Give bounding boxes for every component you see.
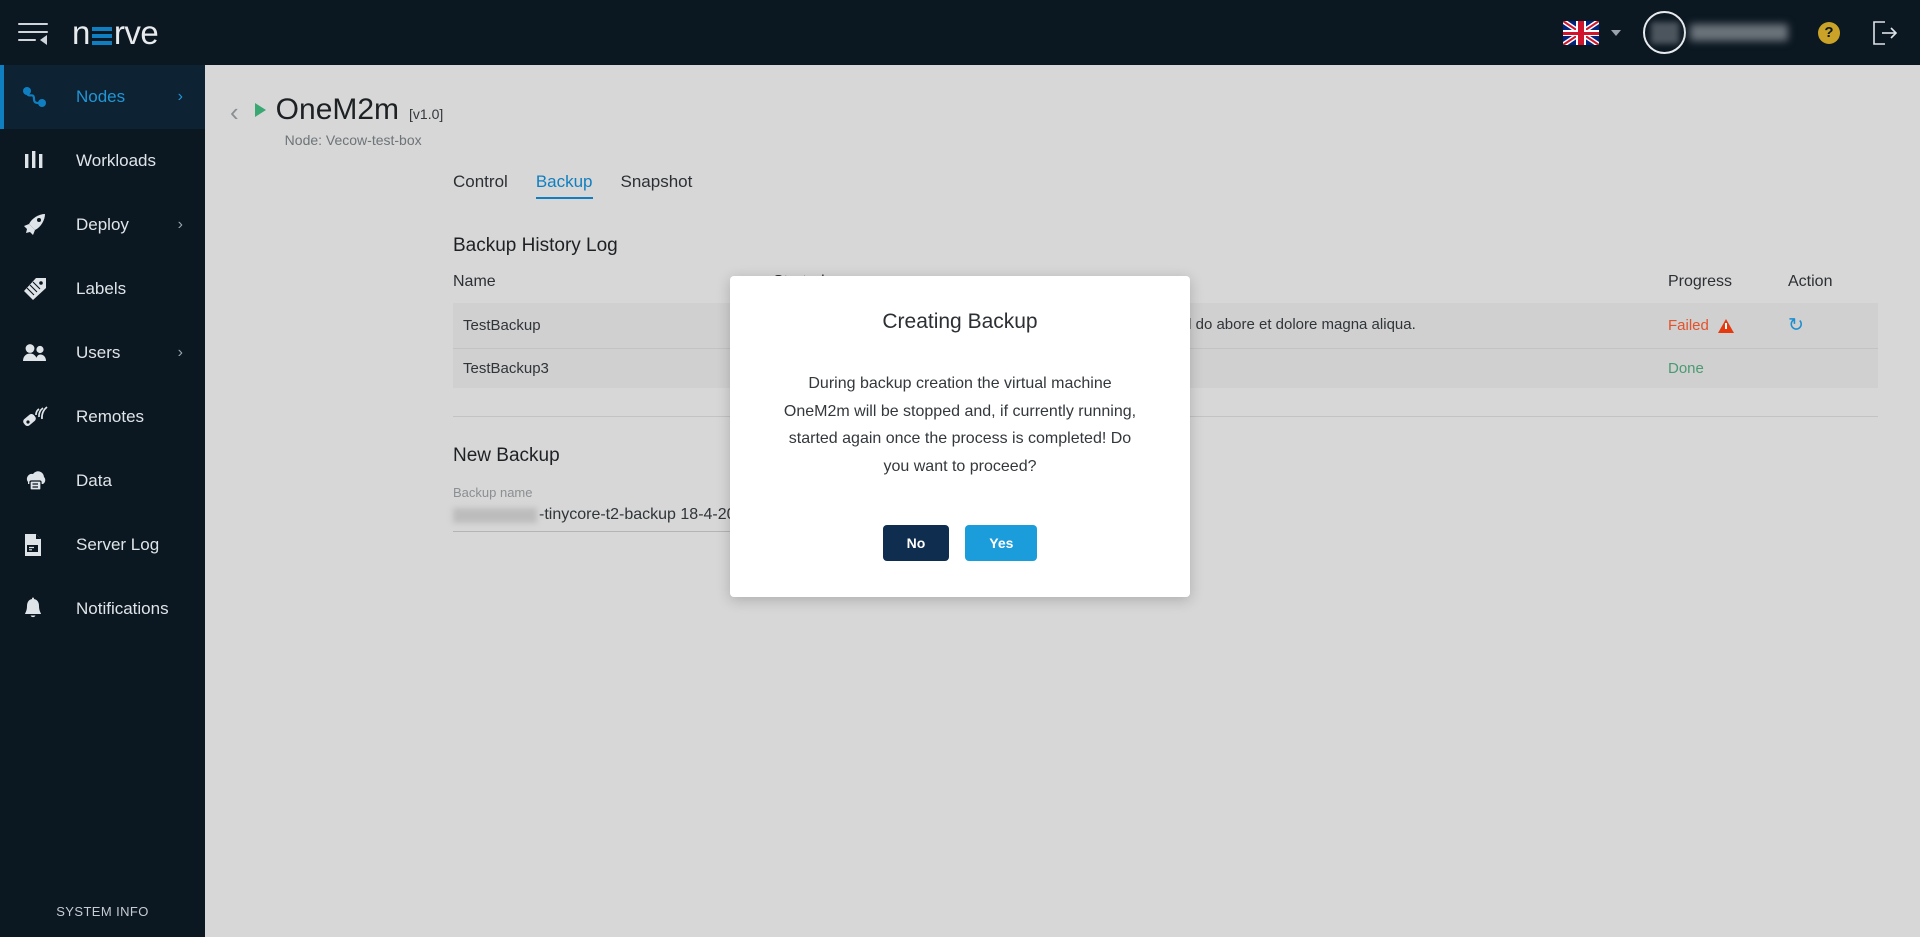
sidebar-item-label: Labels bbox=[76, 279, 126, 299]
remotes-icon bbox=[22, 404, 54, 430]
sidebar-item-label: Nodes bbox=[76, 87, 125, 107]
page-version: [v1.0] bbox=[409, 106, 443, 122]
dialog-actions: No Yes bbox=[883, 525, 1038, 561]
sidebar-item-server-log[interactable]: Server Log bbox=[0, 513, 205, 577]
page-title: OneM2m bbox=[276, 93, 399, 127]
sidebar-item-label: Server Log bbox=[76, 535, 159, 555]
sidebar-item-label: Deploy bbox=[76, 215, 129, 235]
page-header: ‹ OneM2m [v1.0] Node: Vecow-test-box bbox=[205, 65, 1920, 148]
logout-icon[interactable] bbox=[1872, 21, 1898, 45]
deploy-icon bbox=[22, 212, 54, 238]
chevron-down-icon[interactable] bbox=[1611, 30, 1621, 36]
sidebar-item-label: Workloads bbox=[76, 151, 156, 171]
creating-backup-dialog: Creating Backup During backup creation t… bbox=[730, 276, 1190, 597]
sidebar-item-deploy[interactable]: Deploy › bbox=[0, 193, 205, 257]
labels-icon bbox=[22, 276, 54, 302]
cell-progress: Failed bbox=[1668, 303, 1788, 349]
sidebar-item-users[interactable]: Users › bbox=[0, 321, 205, 385]
column-header-progress: Progress bbox=[1668, 273, 1788, 303]
column-header-name: Name bbox=[453, 273, 773, 303]
tab-bar: Control Backup Snapshot bbox=[205, 172, 1920, 199]
help-icon[interactable]: ? bbox=[1818, 22, 1840, 44]
warning-triangle-icon bbox=[1718, 319, 1734, 333]
sidebar-item-workloads[interactable]: Workloads bbox=[0, 129, 205, 193]
top-bar: n rve ? bbox=[0, 0, 1920, 65]
cell-progress: Done bbox=[1668, 349, 1788, 389]
server-log-icon bbox=[22, 532, 54, 558]
cell-name: TestBackup bbox=[453, 303, 773, 349]
sidebar-item-remotes[interactable]: Remotes bbox=[0, 385, 205, 449]
status-badge-failed: Failed bbox=[1668, 317, 1734, 334]
chevron-right-icon: › bbox=[178, 216, 183, 234]
sidebar-item-notifications[interactable]: Notifications bbox=[0, 577, 205, 641]
cell-action bbox=[1788, 349, 1878, 389]
title-row: OneM2m [v1.0] bbox=[255, 93, 444, 127]
node-subtitle: Node: Vecow-test-box bbox=[285, 132, 444, 148]
username-label bbox=[1690, 24, 1788, 41]
yes-button[interactable]: Yes bbox=[965, 525, 1037, 561]
avatar[interactable] bbox=[1643, 11, 1686, 54]
sidebar-item-labels[interactable]: Labels bbox=[0, 257, 205, 321]
logo-text-before: n bbox=[72, 14, 90, 52]
sidebar-item-label: Notifications bbox=[76, 599, 169, 619]
uk-flag-icon[interactable] bbox=[1563, 21, 1599, 45]
status-badge-done: Done bbox=[1668, 360, 1704, 377]
sidebar-item-label: Data bbox=[76, 471, 112, 491]
sidebar: Nodes › Workloads Deploy › bbox=[0, 65, 205, 937]
cell-name: TestBackup3 bbox=[453, 349, 773, 389]
workloads-icon bbox=[22, 148, 54, 174]
system-info-link[interactable]: SYSTEM INFO bbox=[0, 904, 205, 919]
topbar-right-cluster: ? bbox=[1563, 11, 1920, 54]
dialog-title: Creating Backup bbox=[882, 310, 1037, 334]
tab-backup[interactable]: Backup bbox=[536, 172, 593, 199]
tab-snapshot[interactable]: Snapshot bbox=[621, 172, 693, 199]
back-chevron-icon[interactable]: ‹ bbox=[230, 99, 239, 125]
backup-history-title: Backup History Log bbox=[453, 235, 1920, 257]
column-header-action: Action bbox=[1788, 273, 1878, 303]
nodes-icon bbox=[22, 84, 54, 110]
no-button[interactable]: No bbox=[883, 525, 950, 561]
logo-e-glyph bbox=[92, 24, 112, 46]
chevron-right-icon: › bbox=[178, 88, 183, 106]
sidebar-item-label: Remotes bbox=[76, 407, 144, 427]
chevron-right-icon: › bbox=[178, 344, 183, 362]
status-text: Failed bbox=[1668, 317, 1709, 334]
cell-action: ↻ bbox=[1788, 303, 1878, 349]
tab-control[interactable]: Control bbox=[453, 172, 508, 199]
running-play-icon bbox=[255, 103, 266, 117]
logo-text-after: rve bbox=[114, 14, 158, 52]
redacted-prefix bbox=[453, 508, 537, 523]
sidebar-item-nodes[interactable]: Nodes › bbox=[0, 65, 205, 129]
nerve-logo: n rve bbox=[72, 14, 158, 52]
retry-icon[interactable]: ↻ bbox=[1788, 314, 1804, 337]
hamburger-collapse-icon[interactable] bbox=[18, 20, 52, 46]
sidebar-item-label: Users bbox=[76, 343, 120, 363]
dialog-message: During backup creation the virtual machi… bbox=[780, 370, 1140, 480]
data-icon bbox=[22, 468, 54, 494]
users-icon bbox=[22, 340, 54, 366]
sidebar-item-data[interactable]: Data bbox=[0, 449, 205, 513]
notifications-icon bbox=[22, 596, 54, 622]
